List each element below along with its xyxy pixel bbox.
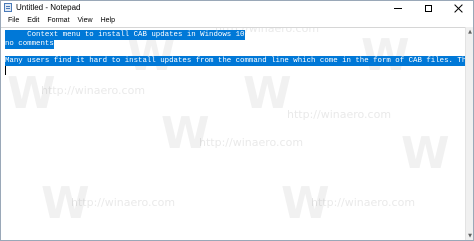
maximize-button[interactable]	[413, 1, 443, 15]
watermark-text: http://winaero.com	[287, 108, 392, 121]
text-editor-area[interactable]: W W W W W W W W http://winaero.com http:…	[1, 27, 465, 240]
watermark-text: http://winaero.com	[71, 196, 176, 209]
text-caret	[5, 66, 6, 75]
watermark-text: http://winaero.com	[199, 136, 304, 149]
watermark-logo: W	[281, 178, 330, 229]
watermark-text: http://winaero.com	[41, 84, 146, 97]
watermark-logo: W	[7, 68, 56, 119]
editor-line-3: Many users find it hard to install updat…	[5, 56, 465, 66]
watermark-logo: W	[41, 178, 90, 229]
menu-view[interactable]: View	[74, 15, 97, 27]
title-bar[interactable]: Untitled - Notepad	[1, 1, 473, 15]
menu-format[interactable]: Format	[43, 15, 73, 27]
window-title: Untitled - Notepad	[16, 3, 81, 12]
menu-file[interactable]: File	[4, 15, 23, 27]
watermark-logo: W	[401, 128, 450, 179]
close-button[interactable]	[443, 1, 473, 15]
vertical-scrollbar[interactable]: ▲ ▼	[465, 27, 473, 240]
notepad-icon	[4, 3, 12, 12]
notepad-window: Untitled - Notepad File Edit Format View…	[0, 0, 474, 241]
menu-edit[interactable]: Edit	[23, 15, 43, 27]
watermark-text: http://winaero.com	[311, 196, 416, 209]
menu-help[interactable]: Help	[97, 15, 119, 27]
maximize-icon	[424, 4, 432, 12]
minimize-button[interactable]	[383, 1, 413, 15]
menu-bar: File Edit Format View Help	[1, 15, 473, 27]
scroll-up-icon[interactable]: ▲	[466, 27, 473, 36]
scroll-down-icon[interactable]: ▼	[466, 231, 473, 240]
watermark-logo: W	[243, 68, 292, 119]
editor-line-2: no comments	[5, 39, 54, 49]
close-icon	[454, 4, 463, 13]
watermark-logo: W	[161, 108, 210, 159]
minimize-icon	[394, 7, 402, 9]
